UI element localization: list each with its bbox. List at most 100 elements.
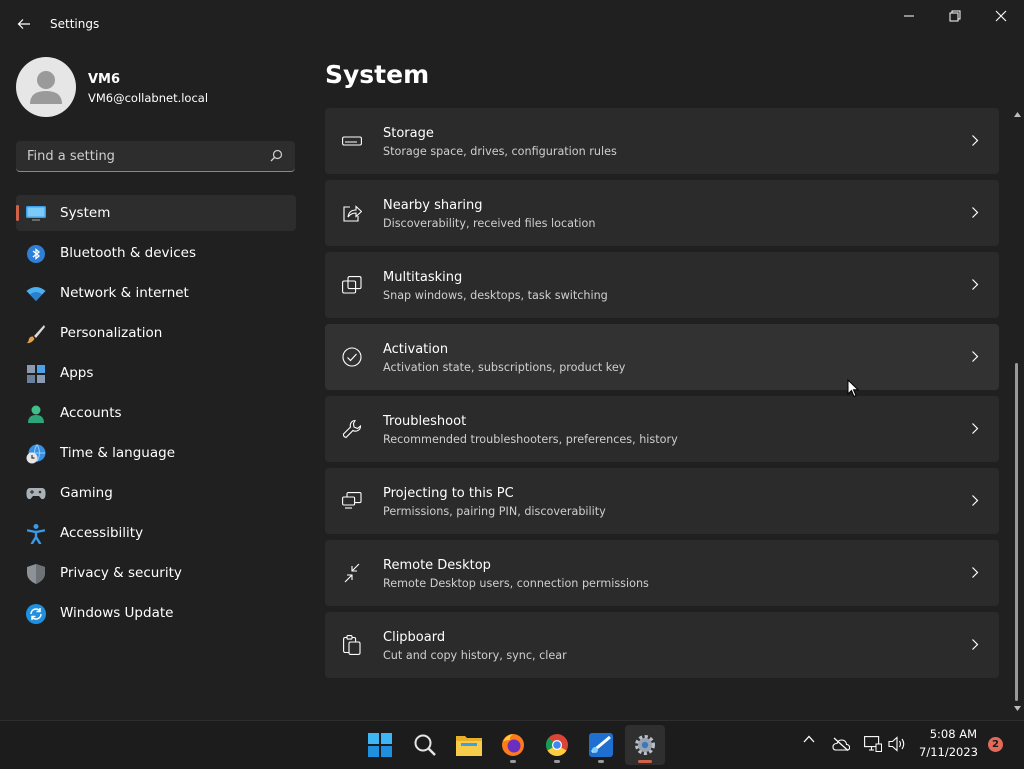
clipboard-icon: [341, 634, 363, 656]
globe-clock-icon: [26, 444, 46, 464]
page-title: System: [325, 60, 430, 89]
share-icon: [341, 202, 363, 224]
bluetooth-icon: [26, 244, 46, 264]
card-title: Projecting to this PC: [383, 486, 514, 501]
sidebar-item-label: Time & language: [60, 445, 176, 461]
remote-desktop-icon: [341, 562, 363, 584]
person-icon: [26, 404, 46, 424]
settings-list: Storage Storage space, drives, configura…: [325, 108, 999, 684]
taskbar-firefox[interactable]: [493, 725, 533, 765]
file-explorer-icon: [456, 736, 482, 756]
taskbar-search-button[interactable]: [405, 725, 445, 765]
card-clipboard[interactable]: Clipboard Cut and copy history, sync, cl…: [325, 612, 999, 678]
taskbar-settings[interactable]: [625, 725, 665, 765]
sidebar-nav: System Bluetooth & devices Network & int…: [16, 195, 296, 635]
sidebar-item-privacy[interactable]: Privacy & security: [16, 555, 296, 591]
sidebar-item-label: Apps: [60, 365, 94, 381]
projecting-icon: [341, 490, 363, 512]
sidebar-item-gaming[interactable]: Gaming: [16, 475, 296, 511]
minimize-button[interactable]: [886, 0, 932, 32]
user-name: VM6: [88, 72, 121, 87]
multitasking-icon: [341, 274, 363, 296]
clock-time[interactable]: 5:08 AM: [921, 727, 977, 741]
scrollbar[interactable]: [1013, 108, 1021, 718]
taskbar-file-explorer[interactable]: [449, 725, 489, 765]
card-subtitle: Permissions, pairing PIN, discoverabilit…: [383, 505, 606, 518]
start-button[interactable]: [360, 725, 400, 765]
sidebar-item-label: Personalization: [60, 325, 163, 341]
sidebar-item-accessibility[interactable]: Accessibility: [16, 515, 296, 551]
chevron-right-icon: [972, 351, 979, 362]
card-projecting[interactable]: Projecting to this PC Permissions, pairi…: [325, 468, 999, 534]
wifi-icon: [26, 284, 46, 304]
card-title: Storage: [383, 126, 434, 141]
monitor-icon: [26, 204, 46, 224]
restore-button[interactable]: [932, 0, 978, 32]
back-button[interactable]: [10, 10, 38, 38]
close-button[interactable]: [978, 0, 1024, 32]
sidebar-item-label: Bluetooth & devices: [60, 245, 197, 261]
card-subtitle: Snap windows, desktops, task switching: [383, 289, 608, 302]
restore-icon: [949, 10, 961, 22]
running-indicator: [554, 760, 560, 763]
sidebar-item-network[interactable]: Network & internet: [16, 275, 296, 311]
search-icon[interactable]: [270, 149, 283, 162]
sidebar-item-label: Windows Update: [60, 605, 174, 621]
card-title: Troubleshoot: [383, 414, 467, 429]
minimize-icon: [904, 15, 914, 17]
mouse-cursor-icon: [847, 379, 859, 398]
sidebar-item-apps[interactable]: Apps: [16, 355, 296, 391]
clock-date[interactable]: 7/11/2023: [919, 745, 978, 759]
active-indicator: [16, 205, 19, 221]
network-icon[interactable]: [864, 736, 882, 752]
sidebar-item-personalization[interactable]: Personalization: [16, 315, 296, 351]
card-subtitle: Activation state, subscriptions, product…: [383, 361, 626, 374]
card-activation[interactable]: Activation Activation state, subscriptio…: [325, 324, 999, 390]
update-icon: [26, 604, 46, 624]
sidebar-item-label: Accounts: [60, 405, 122, 421]
taskbar-chrome[interactable]: [537, 725, 577, 765]
card-title: Activation: [383, 342, 449, 357]
avatar[interactable]: [16, 57, 76, 117]
card-storage[interactable]: Storage Storage space, drives, configura…: [325, 108, 999, 174]
sidebar-item-label: Accessibility: [60, 525, 144, 541]
sidebar-item-accounts[interactable]: Accounts: [16, 395, 296, 431]
card-remote-desktop[interactable]: Remote Desktop Remote Desktop users, con…: [325, 540, 999, 606]
close-icon: [995, 10, 1007, 22]
card-nearby-sharing[interactable]: Nearby sharing Discoverability, received…: [325, 180, 999, 246]
storage-icon: [341, 130, 363, 152]
sidebar-item-bluetooth[interactable]: Bluetooth & devices: [16, 235, 296, 271]
taskbar-paint[interactable]: [581, 725, 621, 765]
scroll-up-icon[interactable]: [1014, 112, 1021, 117]
scrollbar-thumb[interactable]: [1015, 363, 1018, 701]
paint-icon: [589, 733, 613, 757]
scroll-down-icon[interactable]: [1014, 706, 1021, 711]
search-input[interactable]: [16, 141, 269, 172]
running-indicator: [598, 760, 604, 763]
notification-badge[interactable]: 2: [988, 737, 1003, 752]
sidebar-item-time-language[interactable]: Time & language: [16, 435, 296, 471]
chevron-up-icon[interactable]: [803, 735, 815, 743]
card-title: Multitasking: [383, 270, 463, 285]
sidebar-item-windows-update[interactable]: Windows Update: [16, 595, 296, 631]
onedrive-icon[interactable]: [832, 737, 850, 751]
volume-icon[interactable]: [888, 736, 906, 752]
card-multitasking[interactable]: Multitasking Snap windows, desktops, tas…: [325, 252, 999, 318]
back-arrow-icon: [17, 19, 30, 29]
user-avatar-icon: [30, 71, 62, 104]
accessibility-icon: [26, 524, 46, 544]
chevron-right-icon: [972, 495, 979, 506]
card-subtitle: Cut and copy history, sync, clear: [383, 649, 567, 662]
search-box[interactable]: [16, 141, 295, 172]
sidebar-item-label: Gaming: [60, 485, 113, 501]
sidebar-item-system[interactable]: System: [16, 195, 296, 231]
gamepad-icon: [26, 484, 46, 504]
card-subtitle: Remote Desktop users, connection permiss…: [383, 577, 649, 590]
firefox-icon: [502, 734, 524, 756]
card-title: Remote Desktop: [383, 558, 491, 573]
title-bar: Settings: [0, 0, 1024, 48]
user-email: VM6@collabnet.local: [88, 91, 209, 105]
sidebar-item-label: Privacy & security: [60, 565, 182, 581]
sidebar-item-label: System: [60, 205, 111, 221]
card-troubleshoot[interactable]: Troubleshoot Recommended troubleshooters…: [325, 396, 999, 462]
